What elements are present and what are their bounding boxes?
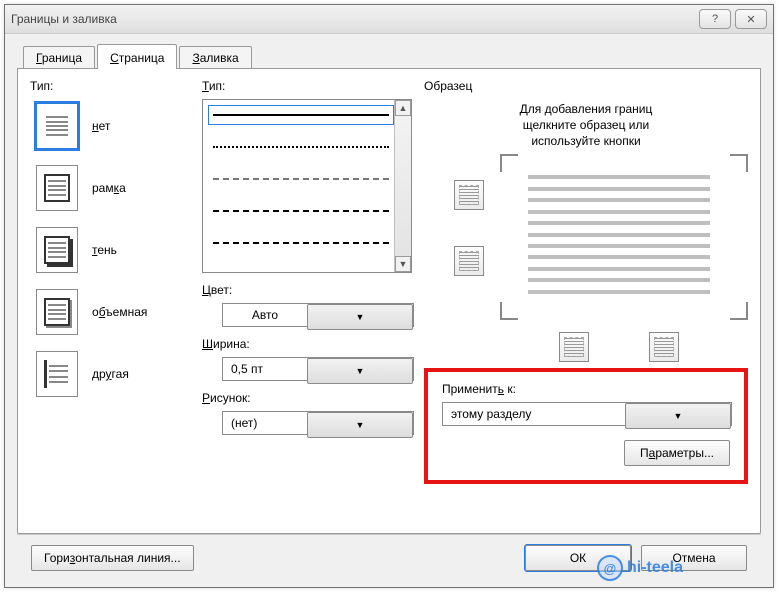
- setting-box-icon: [36, 165, 78, 211]
- titlebar: Границы и заливка ? ✕: [5, 5, 773, 34]
- setting-label: Тип:: [30, 79, 190, 93]
- apply-to-value: этому разделу: [443, 403, 625, 425]
- width-block: Ширина: 0,5 пт ▼: [202, 337, 412, 381]
- width-combo[interactable]: 0,5 пт ▼: [222, 357, 414, 381]
- setting-custom-label: другая: [92, 367, 129, 381]
- style-list[interactable]: ▲ ▼: [202, 99, 412, 273]
- style-items: [203, 100, 411, 258]
- setting-shadow[interactable]: тень: [36, 227, 190, 273]
- style-dotted[interactable]: [213, 140, 389, 154]
- tab-border[interactable]: Граница: [23, 46, 95, 69]
- preview-hint: Для добавления границ щелкните образец и…: [424, 99, 748, 156]
- setting-shadow-icon: [36, 227, 78, 273]
- dialog-body: Граница Страница Заливка Тип:: [5, 34, 773, 587]
- style-dash-large[interactable]: [213, 204, 389, 218]
- art-combo[interactable]: (нет) ▼: [222, 411, 414, 435]
- setting-custom[interactable]: другая: [36, 351, 190, 397]
- corner-tr-icon: [730, 154, 748, 172]
- setting-box[interactable]: рамка: [36, 165, 190, 211]
- art-label: Рисунок:: [202, 391, 412, 405]
- edge-bottom-button[interactable]: [454, 246, 484, 276]
- color-dropdown-icon[interactable]: ▼: [307, 304, 413, 330]
- style-dash-small[interactable]: [213, 172, 389, 186]
- style-scrollbar[interactable]: ▲ ▼: [394, 100, 411, 272]
- width-label: Ширина:: [202, 337, 412, 351]
- at-icon: @: [597, 555, 623, 581]
- style-solid[interactable]: [209, 106, 393, 124]
- setting-column: Тип: нет: [30, 79, 190, 521]
- apply-to-dropdown-icon[interactable]: ▼: [625, 403, 731, 429]
- setting-shadow-label: тень: [92, 243, 117, 257]
- setting-custom-icon: [36, 351, 78, 397]
- scroll-up-icon[interactable]: ▲: [395, 100, 411, 116]
- scroll-down-icon[interactable]: ▼: [395, 256, 411, 272]
- corner-br-icon: [730, 302, 748, 320]
- art-value: (нет): [223, 412, 307, 434]
- edge-top-button[interactable]: [454, 180, 484, 210]
- setting-none-icon: [36, 103, 78, 149]
- color-block: Цвет: Авто ▼: [202, 283, 412, 327]
- dialog-title: Границы и заливка: [11, 12, 695, 26]
- options-button[interactable]: Параметры...: [624, 440, 730, 466]
- style-label: Тип:: [202, 79, 412, 93]
- art-dropdown-icon[interactable]: ▼: [307, 412, 413, 438]
- style-column: Тип: ▲ ▼: [202, 79, 412, 521]
- setting-none[interactable]: нет: [36, 103, 190, 149]
- edge-right-button[interactable]: [649, 332, 679, 362]
- color-label: Цвет:: [202, 283, 412, 297]
- setting-box-label: рамка: [92, 181, 126, 195]
- preview-title: Образец: [424, 79, 748, 93]
- setting-list: нет рамка: [36, 103, 190, 397]
- apply-to-box: Применить к: этому разделу ▼ Параметры..…: [424, 368, 748, 484]
- apply-to-combo[interactable]: этому разделу ▼: [442, 402, 732, 426]
- borders-shading-dialog: Границы и заливка ? ✕ Граница Страница З…: [4, 4, 774, 588]
- preview-box: [424, 160, 748, 320]
- setting-none-label: нет: [92, 119, 110, 133]
- color-combo[interactable]: Авто ▼: [222, 303, 414, 327]
- setting-3d[interactable]: объемная: [36, 289, 190, 335]
- horizontal-line-button[interactable]: Горизонтальная линия...: [31, 545, 194, 571]
- close-button[interactable]: ✕: [735, 9, 767, 29]
- edge-bottom-group: [514, 332, 724, 362]
- preview-column: Образец Для добавления границ щелкните о…: [424, 79, 748, 521]
- width-dropdown-icon[interactable]: ▼: [307, 358, 413, 384]
- help-button[interactable]: ?: [699, 9, 731, 29]
- apply-to-label: Применить к:: [442, 382, 730, 396]
- style-dash-dot[interactable]: [213, 236, 389, 250]
- watermark: @ hi-teela: [597, 555, 683, 581]
- color-value: Авто: [223, 304, 307, 326]
- tab-panel: Тип: нет: [17, 68, 761, 534]
- setting-3d-icon: [36, 289, 78, 335]
- width-value: 0,5 пт: [223, 358, 307, 380]
- page-preview[interactable]: [514, 160, 724, 310]
- tabs: Граница Страница Заливка: [23, 42, 761, 68]
- tab-shading[interactable]: Заливка: [179, 46, 251, 69]
- setting-3d-label: объемная: [92, 305, 147, 319]
- tab-page[interactable]: Страница: [97, 44, 177, 69]
- edge-left-button[interactable]: [559, 332, 589, 362]
- art-block: Рисунок: (нет) ▼: [202, 391, 412, 435]
